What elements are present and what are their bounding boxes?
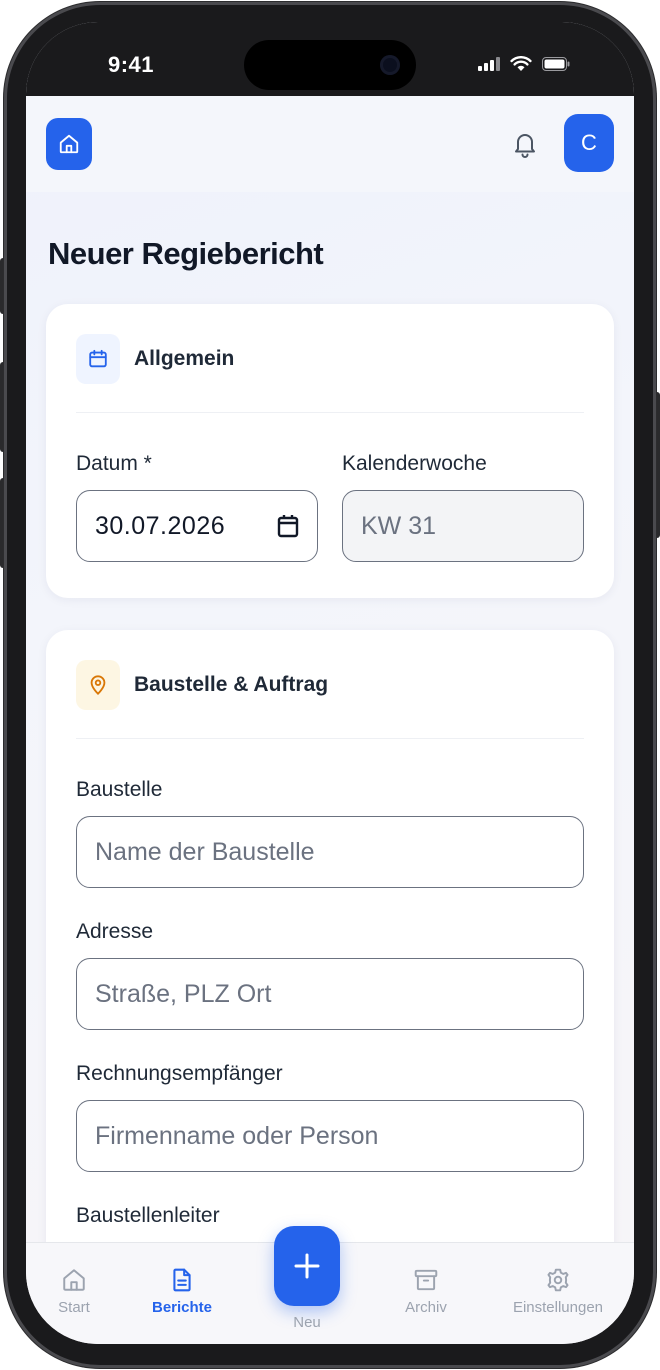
general-divider — [76, 412, 584, 413]
address-label: Adresse — [76, 920, 154, 943]
week-field[interactable]: KW 31 — [342, 490, 584, 562]
site-input[interactable]: Name der Baustelle — [76, 816, 584, 888]
nav-start[interactable]: Start — [26, 1267, 134, 1316]
manager-label: Baustellenleiter — [76, 1204, 220, 1227]
nav-neu-label: Neu — [293, 1314, 321, 1331]
site-label: Baustelle — [76, 778, 163, 801]
site-card-header: Baustelle & Auftrag — [76, 660, 328, 710]
nav-einstellungen[interactable]: Einstellungen — [498, 1267, 618, 1316]
home-icon — [63, 1269, 85, 1291]
site-icon-chip — [76, 660, 120, 710]
recipient-label: Rechnungsempfänger — [76, 1062, 283, 1085]
date-field[interactable]: 30.07.2026 — [76, 490, 318, 562]
notifications-button[interactable] — [510, 128, 540, 160]
site-card: Baustelle & Auftrag Baustelle Name der B… — [46, 630, 614, 1330]
general-card-header: Allgemein — [76, 334, 234, 384]
new-report-button[interactable] — [274, 1226, 340, 1306]
document-icon — [173, 1268, 191, 1292]
address-input[interactable]: Straße, PLZ Ort — [76, 958, 584, 1030]
nav-einstellungen-label: Einstellungen — [512, 1299, 604, 1316]
week-value: KW 31 — [361, 511, 437, 540]
recipient-input[interactable]: Firmenname oder Person — [76, 1100, 584, 1172]
calendar-picker-icon[interactable] — [277, 514, 299, 538]
nav-berichte[interactable]: Berichte — [122, 1267, 242, 1316]
battery-icon — [542, 57, 570, 71]
general-card: Allgemein Datum * 30.07.2026 Kalenderwoc… — [46, 304, 614, 598]
plus-icon — [294, 1253, 320, 1279]
status-time: 9:41 — [108, 52, 155, 77]
wifi-icon — [510, 56, 532, 71]
date-label: Datum * — [76, 452, 152, 475]
recipient-placeholder: Firmenname oder Person — [95, 1121, 379, 1150]
gear-icon — [547, 1268, 569, 1292]
nav-archiv-label: Archiv — [405, 1299, 447, 1316]
date-value: 30.07.2026 — [95, 511, 226, 540]
signal-icon — [478, 57, 500, 71]
app-screen: 9:41 C Neuer Regiebericht Allgemein Datu… — [26, 22, 634, 1344]
home-button[interactable] — [46, 118, 92, 170]
site-divider — [76, 738, 584, 739]
page-title: Neuer Regiebericht — [48, 236, 324, 271]
site-placeholder: Name der Baustelle — [95, 837, 315, 866]
general-icon-chip — [76, 334, 120, 384]
general-card-title: Allgemein — [134, 347, 235, 370]
status-icons — [478, 56, 570, 72]
user-avatar[interactable]: C — [564, 114, 614, 172]
app-header: C — [26, 96, 634, 192]
archive-icon — [414, 1269, 438, 1291]
map-pin-icon — [90, 675, 106, 695]
home-icon — [59, 134, 79, 154]
dynamic-island — [244, 40, 416, 90]
week-label: Kalenderwoche — [342, 452, 487, 475]
status-bar: 9:41 — [26, 22, 634, 96]
nav-berichte-label: Berichte — [151, 1299, 213, 1316]
site-card-title: Baustelle & Auftrag — [134, 673, 329, 696]
calendar-icon — [89, 349, 107, 368]
nav-start-label: Start — [58, 1299, 90, 1316]
camera-icon — [380, 55, 400, 75]
bell-icon — [515, 134, 535, 158]
address-placeholder: Straße, PLZ Ort — [95, 979, 272, 1008]
nav-archiv[interactable]: Archiv — [366, 1267, 486, 1316]
